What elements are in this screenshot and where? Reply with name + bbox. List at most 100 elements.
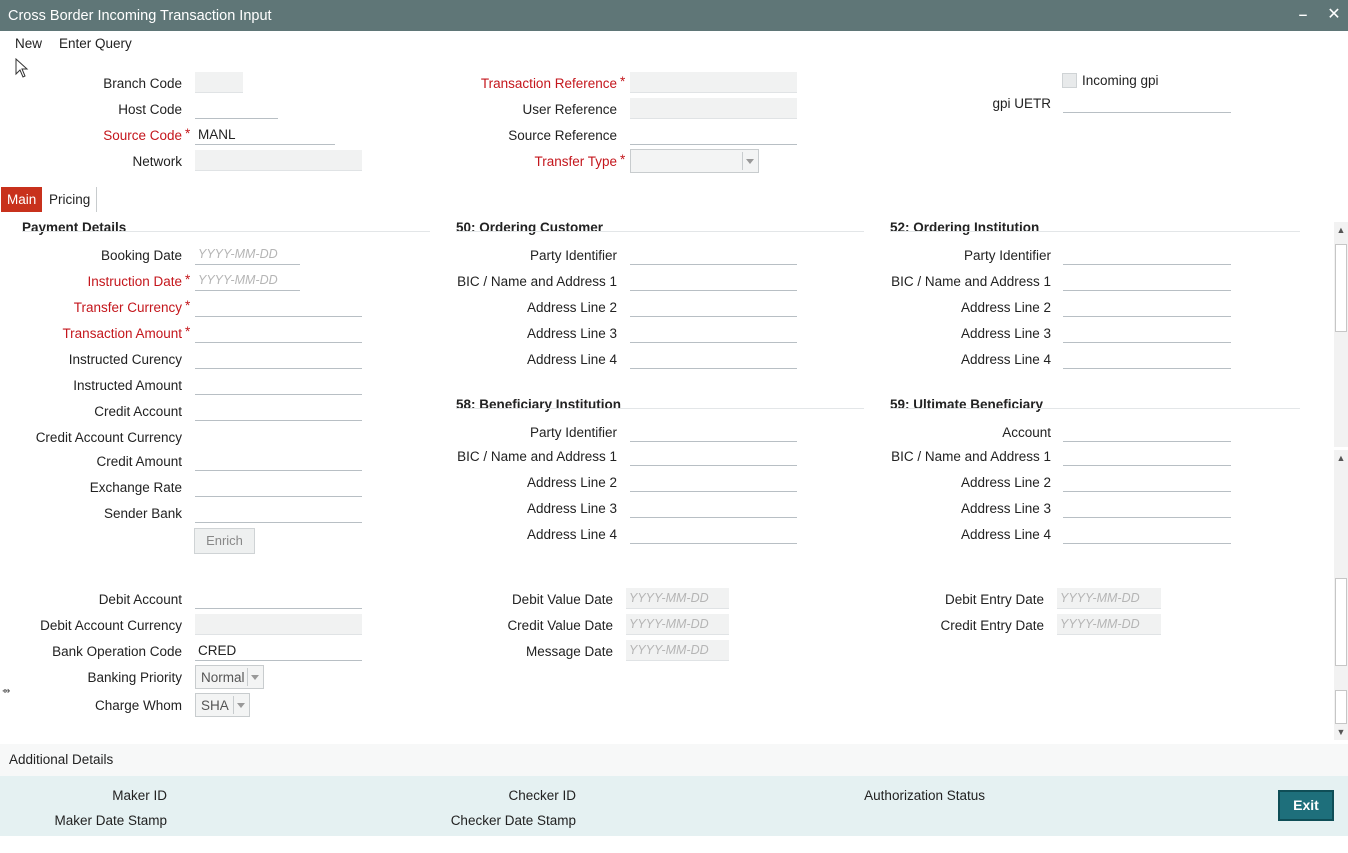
chevron-down-icon xyxy=(247,668,261,686)
scroll-thumb[interactable] xyxy=(1335,578,1347,666)
bi-address-line3-input[interactable] xyxy=(630,497,797,518)
oc-bic-name-address1-label: BIC / Name and Address 1 xyxy=(457,274,617,289)
ub-address-line3-input[interactable] xyxy=(1063,497,1231,518)
menu-new[interactable]: New xyxy=(15,36,42,51)
required-marker: * xyxy=(185,272,191,287)
bi-address-line2-label: Address Line 2 xyxy=(526,475,617,490)
minimize-icon[interactable]: ‒ xyxy=(1292,4,1314,26)
credit-value-date-input[interactable] xyxy=(626,614,729,635)
expand-arrow-icon[interactable]: ⇴ xyxy=(2,686,10,697)
close-icon[interactable]: ✕ xyxy=(1323,4,1345,26)
menu-enter-query[interactable]: Enter Query xyxy=(59,36,132,51)
transfer-currency-input[interactable] xyxy=(195,296,362,317)
credit-amount-input[interactable] xyxy=(195,450,362,471)
lower-scrollbar[interactable]: ▲ ▼ xyxy=(1334,450,1348,740)
oi-address-line3-input[interactable] xyxy=(1063,322,1231,343)
message-date-label: Message Date xyxy=(525,644,613,659)
oc-address-line4-input[interactable] xyxy=(630,348,797,369)
oc-address-line3-label: Address Line 3 xyxy=(526,326,617,341)
beneficiary-institution-title: 58: Beneficiary Institution xyxy=(456,397,622,412)
transaction-amount-input[interactable] xyxy=(195,322,362,343)
bank-operation-code-input[interactable] xyxy=(195,640,362,661)
oi-party-identifier-input[interactable] xyxy=(1063,244,1231,265)
instructed-currency-input[interactable] xyxy=(195,348,362,369)
enrich-button[interactable]: Enrich xyxy=(194,528,255,554)
debit-account-currency-input[interactable] xyxy=(195,614,362,635)
transfer-type-label: Transfer Type xyxy=(534,154,617,169)
instructed-amount-input[interactable] xyxy=(195,374,362,395)
sender-bank-input[interactable] xyxy=(195,502,362,523)
bi-bic-name-address1-input[interactable] xyxy=(630,445,797,466)
oi-address-line2-input[interactable] xyxy=(1063,296,1231,317)
scroll-thumb[interactable] xyxy=(1335,690,1347,724)
bank-operation-code-label: Bank Operation Code xyxy=(52,644,182,659)
instruction-date-input[interactable] xyxy=(195,270,300,291)
user-reference-input[interactable] xyxy=(630,98,797,119)
transaction-reference-input[interactable] xyxy=(630,72,797,93)
scroll-up-icon[interactable]: ▲ xyxy=(1335,452,1347,464)
exit-button[interactable]: Exit xyxy=(1278,790,1334,821)
tab-main[interactable]: Main xyxy=(1,187,43,212)
banking-priority-select[interactable]: Normal xyxy=(195,665,264,689)
scroll-thumb[interactable] xyxy=(1335,244,1347,332)
ub-account-label: Account xyxy=(1002,425,1051,440)
bi-address-line2-input[interactable] xyxy=(630,471,797,492)
oc-party-identifier-label: Party Identifier xyxy=(529,248,617,263)
checker-id-label: Checker ID xyxy=(508,788,576,803)
debit-account-input[interactable] xyxy=(195,588,362,609)
chevron-down-icon xyxy=(742,152,756,170)
oc-address-line2-input[interactable] xyxy=(630,296,797,317)
source-reference-label: Source Reference xyxy=(508,128,617,143)
branch-code-input[interactable] xyxy=(195,72,243,93)
oc-party-identifier-input[interactable] xyxy=(630,244,797,265)
transfer-type-select[interactable] xyxy=(630,149,759,173)
oc-bic-name-address1-input[interactable] xyxy=(630,270,797,291)
credit-entry-date-label: Credit Entry Date xyxy=(940,618,1044,633)
bi-address-line4-input[interactable] xyxy=(630,523,797,544)
required-marker: * xyxy=(185,126,191,141)
upper-scrollbar[interactable]: ▲ xyxy=(1334,222,1348,447)
exchange-rate-input[interactable] xyxy=(195,476,362,497)
tab-pricing[interactable]: Pricing xyxy=(43,187,98,212)
menu-bar: New Enter Query xyxy=(0,31,1348,56)
ub-address-line4-input[interactable] xyxy=(1063,523,1231,544)
network-input[interactable] xyxy=(195,150,362,171)
debit-value-date-input[interactable] xyxy=(626,588,729,609)
credit-account-input[interactable] xyxy=(195,400,362,421)
oc-address-line3-input[interactable] xyxy=(630,322,797,343)
host-code-input[interactable] xyxy=(195,98,278,119)
ub-bic-name-address1-input[interactable] xyxy=(1063,445,1231,466)
host-code-label: Host Code xyxy=(118,102,182,117)
oi-address-line4-input[interactable] xyxy=(1063,348,1231,369)
oi-address-line4-label: Address Line 4 xyxy=(960,352,1051,367)
branch-code-label: Branch Code xyxy=(103,76,182,91)
charge-whom-select[interactable]: SHA xyxy=(195,693,250,717)
debit-entry-date-label: Debit Entry Date xyxy=(944,592,1044,607)
debit-account-currency-label: Debit Account Currency xyxy=(40,618,182,633)
incoming-gpi-checkbox[interactable] xyxy=(1062,73,1077,88)
scroll-up-icon[interactable]: ▲ xyxy=(1335,224,1347,236)
charge-whom-label: Charge Whom xyxy=(94,698,182,713)
source-reference-input[interactable] xyxy=(630,124,797,145)
scroll-down-icon[interactable]: ▼ xyxy=(1335,726,1347,738)
payment-details-title: Payment Details xyxy=(22,220,127,235)
ub-address-line2-input[interactable] xyxy=(1063,471,1231,492)
booking-date-input[interactable] xyxy=(195,244,300,265)
gpi-uetr-input[interactable] xyxy=(1063,92,1231,113)
section-divider xyxy=(890,408,1300,409)
oi-bic-name-address1-input[interactable] xyxy=(1063,270,1231,291)
maker-date-stamp-label: Maker Date Stamp xyxy=(54,813,167,828)
required-marker: * xyxy=(185,324,191,339)
additional-details-link[interactable]: Additional Details xyxy=(9,752,113,767)
debit-entry-date-input[interactable] xyxy=(1057,588,1161,609)
mouse-cursor-icon xyxy=(15,58,29,78)
credit-entry-date-input[interactable] xyxy=(1057,614,1161,635)
bi-bic-name-address1-label: BIC / Name and Address 1 xyxy=(457,449,617,464)
debit-value-date-label: Debit Value Date xyxy=(511,592,613,607)
ub-account-input[interactable] xyxy=(1063,421,1231,442)
network-label: Network xyxy=(132,154,182,169)
bi-party-identifier-input[interactable] xyxy=(630,421,797,442)
source-code-input[interactable] xyxy=(195,124,335,145)
message-date-input[interactable] xyxy=(626,640,729,661)
user-reference-label: User Reference xyxy=(522,102,617,117)
